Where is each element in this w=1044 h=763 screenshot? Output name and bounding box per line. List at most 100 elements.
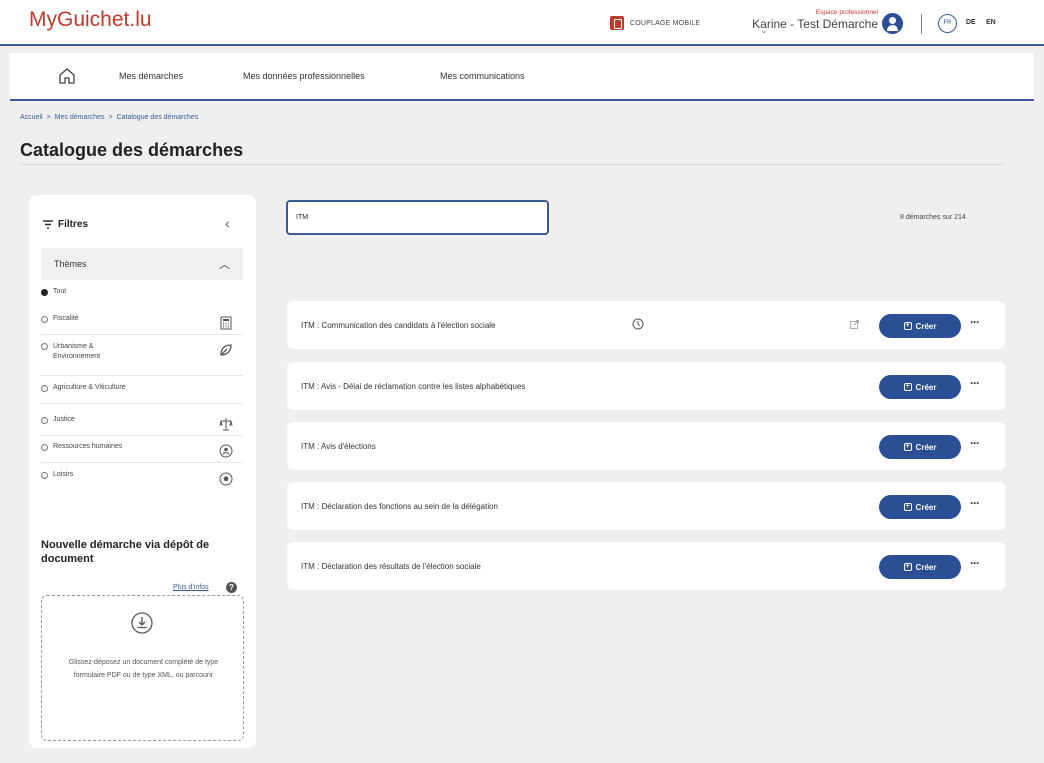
- mobile-coupling-button[interactable]: COUPLAGE MOBILE: [610, 16, 700, 30]
- nav-item-communications[interactable]: Mes communications: [440, 71, 525, 81]
- result-card: ITM : Communication des candidats à l'él…: [287, 301, 1005, 349]
- breadcrumb-item-catalogue: Catalogue des démarches: [116, 114, 199, 121]
- chevron-up-icon: ︿: [219, 259, 230, 271]
- radio-button[interactable]: [41, 417, 48, 424]
- external-link-icon[interactable]: [850, 320, 859, 329]
- theme-option-fiscalite[interactable]: Fiscalité: [41, 315, 243, 335]
- create-button[interactable]: + Créer: [879, 375, 961, 399]
- ball-icon: [219, 472, 233, 486]
- result-title[interactable]: ITM : Déclaration des résultats de l'éle…: [301, 562, 481, 571]
- history-icon[interactable]: [632, 318, 644, 330]
- theme-label: Agriculture & Viticulture: [53, 384, 126, 391]
- theme-option-loisirs[interactable]: Loisirs: [41, 471, 243, 491]
- collapse-filters-button[interactable]: ‹: [225, 215, 230, 231]
- leaf-icon: [220, 344, 232, 356]
- create-button[interactable]: + Créer: [879, 435, 961, 459]
- more-options-button[interactable]: ···: [970, 376, 980, 390]
- user-space-label: Espace professionnel: [815, 9, 878, 16]
- theme-label: Justice: [53, 416, 75, 423]
- lang-current-button[interactable]: FR: [938, 14, 957, 33]
- radio-button[interactable]: [41, 472, 48, 479]
- result-title[interactable]: ITM : Communication des candidats à l'él…: [301, 321, 496, 330]
- theme-option-agriculture[interactable]: Agriculture & Viticulture: [41, 384, 243, 404]
- lang-en-button[interactable]: EN: [986, 19, 996, 26]
- theme-label: Urbanisme & Environnement: [53, 343, 101, 360]
- avatar-icon[interactable]: [882, 13, 903, 34]
- result-card: ITM : Avis d'élections + Créer ···: [287, 422, 1005, 470]
- more-options-button[interactable]: ···: [970, 315, 980, 329]
- create-label: Créer: [915, 502, 937, 512]
- radio-button[interactable]: [41, 385, 48, 392]
- more-options-button[interactable]: ···: [970, 556, 980, 570]
- create-button[interactable]: + Créer: [879, 495, 961, 519]
- lang-de-button[interactable]: DE: [966, 19, 976, 26]
- create-label: Créer: [915, 382, 937, 392]
- themes-accordion-header[interactable]: Thèmes ︿: [41, 248, 243, 280]
- dropzone-text: Glissez-déposez un document complété de …: [68, 659, 219, 679]
- page-title: Catalogue des démarches: [20, 140, 244, 160]
- filters-header: Filtres: [43, 219, 88, 230]
- filters-panel: Filtres ‹ Thèmes ︿ Tout Fiscalité Urbani…: [29, 195, 256, 748]
- divider: [20, 164, 1004, 165]
- create-button[interactable]: + Créer: [879, 555, 961, 579]
- main-nav: Mes démarches Mes données professionnell…: [10, 53, 1034, 101]
- result-card: ITM : Déclaration des fonctions au sein …: [287, 482, 1005, 530]
- top-bar: MyGuichet.lu COUPLAGE MOBILE ⌄ Espace pr…: [0, 0, 1044, 46]
- calculator-icon: [220, 316, 232, 330]
- result-card: ITM : Avis - Délai de réclamation contre…: [287, 362, 1005, 410]
- more-options-button[interactable]: ···: [970, 496, 980, 510]
- plus-icon: +: [903, 503, 912, 511]
- site-logo[interactable]: MyGuichet.lu: [29, 8, 152, 32]
- plus-icon: +: [903, 563, 912, 571]
- theme-label: Fiscalité: [53, 315, 79, 322]
- breadcrumb-separator: >: [46, 114, 51, 121]
- theme-option-urbanisme[interactable]: Urbanisme & Environnement: [41, 342, 243, 376]
- help-icon[interactable]: ?: [226, 582, 237, 593]
- radio-button[interactable]: [41, 289, 48, 296]
- upload-icon: [131, 612, 153, 634]
- more-info-link[interactable]: Plus d'infos: [173, 584, 209, 591]
- phone-icon: [610, 16, 624, 30]
- document-dropzone[interactable]: Glissez-déposez un document complété de …: [41, 595, 244, 741]
- theme-label: Tout: [53, 288, 67, 295]
- home-icon[interactable]: [58, 67, 76, 85]
- search-input[interactable]: [286, 200, 549, 235]
- result-card: ITM : Déclaration des résultats de l'éle…: [287, 542, 1005, 590]
- plus-icon: +: [903, 322, 912, 330]
- people-icon: [219, 444, 233, 458]
- results-count: 8 démarches sur 214: [900, 214, 966, 221]
- create-label: Créer: [915, 442, 937, 452]
- plus-icon: +: [903, 383, 912, 391]
- create-button[interactable]: + Créer: [879, 314, 961, 338]
- filter-icon: [43, 219, 53, 229]
- create-label: Créer: [915, 562, 937, 572]
- scales-icon: [219, 418, 233, 431]
- themes-label: Thèmes: [54, 259, 87, 269]
- breadcrumb-separator: >: [108, 114, 113, 121]
- breadcrumb: Accueil > Mes démarches > Catalogue des …: [20, 114, 198, 121]
- result-title[interactable]: ITM : Déclaration des fonctions au sein …: [301, 502, 498, 511]
- more-options-button[interactable]: ···: [970, 436, 980, 450]
- radio-button[interactable]: [41, 343, 48, 350]
- theme-option-tout[interactable]: Tout: [41, 288, 243, 304]
- divider: [921, 14, 922, 34]
- upload-section-title: Nouvelle démarche via dépôt de document: [41, 539, 210, 565]
- nav-item-mes-demarches[interactable]: Mes démarches: [119, 71, 183, 81]
- result-title[interactable]: ITM : Avis d'élections: [301, 442, 376, 451]
- nav-item-donnees-professionnelles[interactable]: Mes données professionnelles: [243, 71, 365, 81]
- theme-option-justice[interactable]: Justice: [41, 416, 243, 436]
- theme-option-ressources-humaines[interactable]: Ressources humaines: [41, 443, 243, 463]
- radio-button[interactable]: [41, 444, 48, 451]
- breadcrumb-item-mes-demarches[interactable]: Mes démarches: [55, 114, 105, 121]
- theme-label: Loisirs: [53, 471, 74, 478]
- plus-icon: +: [903, 443, 912, 451]
- user-menu[interactable]: Espace professionnel Karine - Test Démar…: [748, 9, 878, 31]
- filters-title: Filtres: [58, 219, 89, 230]
- mobile-coupling-label: COUPLAGE MOBILE: [630, 19, 701, 27]
- radio-button[interactable]: [41, 316, 48, 323]
- user-name: Karine - Test Démarche: [752, 17, 878, 31]
- result-title[interactable]: ITM : Avis - Délai de réclamation contre…: [301, 382, 525, 391]
- breadcrumb-item-accueil[interactable]: Accueil: [20, 114, 43, 121]
- theme-label: Ressources humaines: [53, 443, 123, 450]
- create-label: Créer: [915, 321, 937, 331]
